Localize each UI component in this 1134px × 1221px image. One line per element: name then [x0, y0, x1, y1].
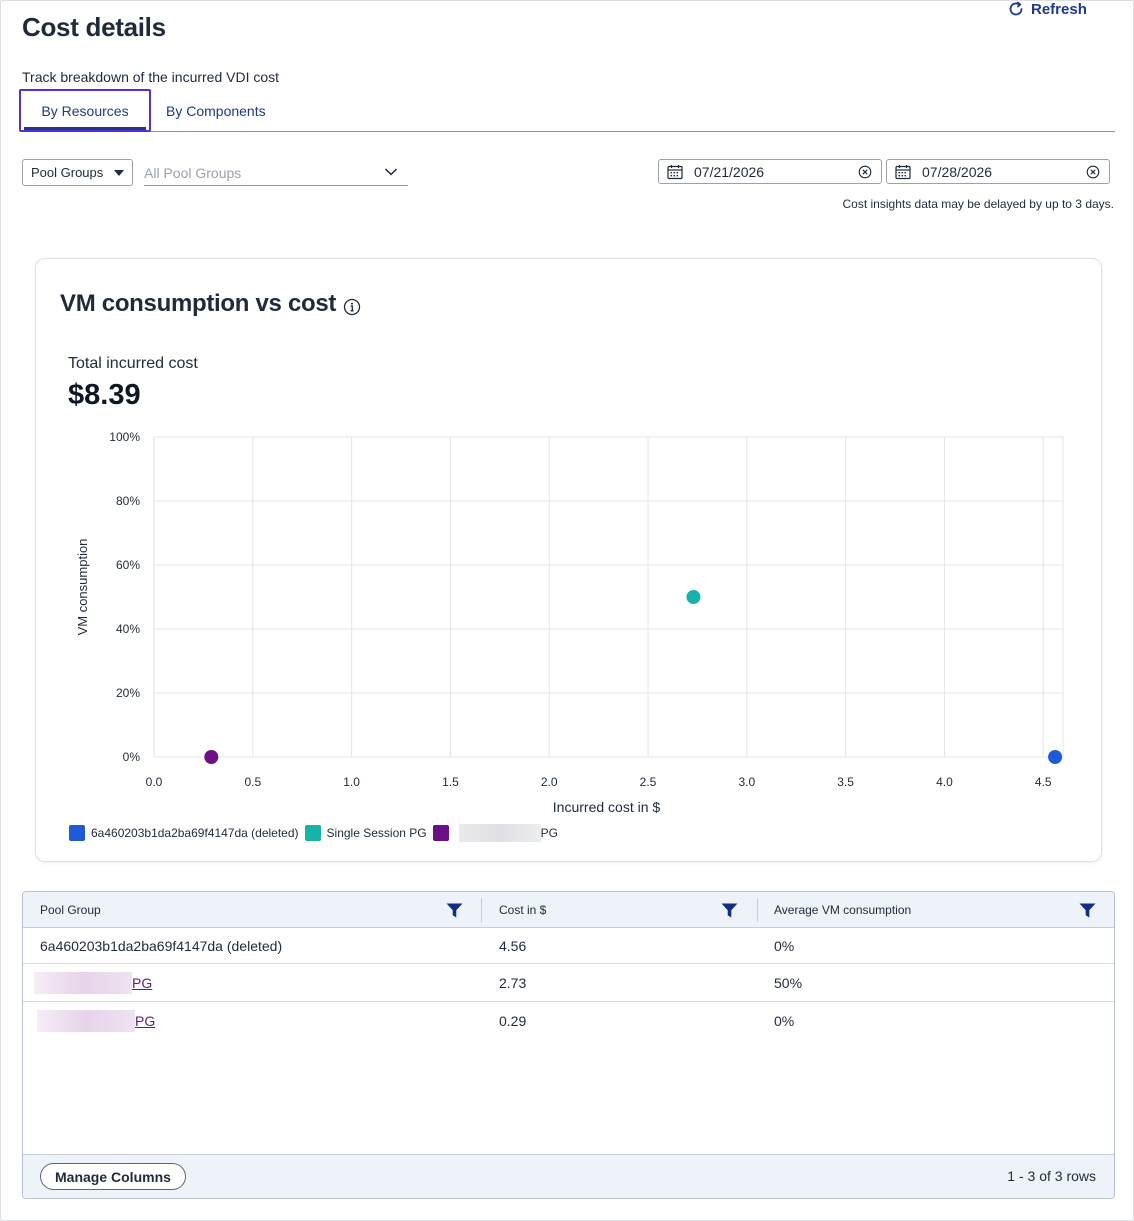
start-date-field[interactable]: 07/21/2026: [658, 159, 882, 184]
pool-group-cell: 6a460203b1da2ba69f4147da (deleted): [40, 937, 283, 954]
y-tick-label: 20%: [116, 686, 140, 700]
data-point: [204, 750, 219, 764]
filter-icon[interactable]: [1079, 903, 1096, 918]
x-tick-label: 0.0: [146, 775, 163, 789]
cost-table: Pool Group Cost in $ Average VM consumpt…: [22, 891, 1115, 1199]
x-tick-label: 2.5: [640, 775, 657, 789]
x-tick-label: 3.5: [837, 775, 854, 789]
end-date-value: 07/28/2026: [922, 164, 993, 180]
redacted-text: [37, 1010, 135, 1032]
group-by-select[interactable]: Pool Groups: [22, 159, 133, 186]
column-header-pool-group[interactable]: Pool Group: [40, 892, 480, 928]
table-footer: Manage Columns 1 - 3 of 3 rows: [23, 1154, 1114, 1198]
column-divider[interactable]: [481, 898, 482, 922]
column-divider[interactable]: [757, 898, 758, 922]
x-tick-label: 1.5: [442, 775, 459, 789]
y-tick-label: 40%: [116, 622, 140, 636]
legend-label: 6a460203b1da2ba69f4147da (deleted): [91, 826, 299, 840]
filter-icon[interactable]: [446, 903, 463, 918]
x-axis-label: Incurred cost in $: [553, 799, 661, 815]
table-row[interactable]: PG 0.29 0%: [23, 1002, 1114, 1040]
chevron-down-icon: [384, 168, 398, 176]
caret-down-icon: [114, 170, 124, 176]
pool-group-placeholder: All Pool Groups: [144, 164, 242, 181]
redacted-text: [34, 971, 132, 994]
rows-count: 1 - 3 of 3 rows: [1007, 1168, 1096, 1184]
group-by-value: Pool Groups: [31, 165, 104, 180]
tab-by-resources[interactable]: By Resources: [19, 89, 151, 132]
refresh-button[interactable]: Refresh: [1007, 0, 1087, 18]
data-point: [686, 590, 701, 604]
clear-icon[interactable]: [1086, 165, 1100, 179]
y-axis-label: VM consumption: [75, 539, 90, 636]
legend-item[interactable]: PG: [432, 824, 558, 842]
view-tabs: By Resources By Components: [19, 89, 1115, 132]
tab-label: By Components: [166, 102, 266, 119]
table-header: Pool Group Cost in $ Average VM consumpt…: [23, 892, 1114, 928]
legend-label: Single Session PG: [326, 826, 427, 840]
data-point: [1048, 750, 1063, 764]
scatter-chart: 0.0 0.5 1.0 1.5 2.0 2.5 3.0 3.5 4.0 4.5 0% 20% 40% 60…: [75, 430, 1064, 815]
y-tick-label: 80%: [116, 494, 140, 508]
pool-group-combobox[interactable]: All Pool Groups: [144, 160, 408, 186]
y-tick-label: 100%: [109, 430, 140, 444]
legend-swatch: [432, 825, 449, 841]
y-tick-label: 0%: [123, 750, 141, 764]
calendar-icon: [895, 165, 911, 180]
x-tick-label: 2.0: [541, 775, 558, 789]
clear-icon[interactable]: [858, 165, 872, 179]
start-date-value: 07/21/2026: [694, 164, 765, 180]
column-header-label: Cost in $: [499, 903, 547, 917]
redacted-text: [458, 824, 541, 842]
column-header-cost[interactable]: Cost in $: [499, 892, 759, 928]
cost-cell: 0.29: [499, 1013, 527, 1029]
pool-group-cell: PG: [37, 1002, 155, 1040]
legend-item[interactable]: 6a460203b1da2ba69f4147da (deleted): [69, 825, 299, 841]
x-tick-label: 4.5: [1035, 775, 1052, 789]
legend-swatch: [69, 825, 85, 841]
legend-label: PG: [540, 826, 558, 840]
y-tick-label: 60%: [116, 558, 140, 572]
cost-cell: 2.73: [499, 974, 527, 991]
x-tick-label: 4.0: [936, 775, 953, 789]
data-delay-note: Cost insights data may be delayed by up …: [842, 197, 1115, 211]
x-tick-label: 3.0: [738, 775, 755, 789]
avg-consumption-cell: 50%: [774, 974, 803, 991]
x-tick-label: 0.5: [244, 775, 261, 789]
end-date-field[interactable]: 07/28/2026: [886, 159, 1110, 184]
calendar-icon: [667, 165, 683, 180]
cost-cell: 4.56: [499, 937, 527, 954]
pool-group-link[interactable]: PG: [135, 1013, 155, 1029]
chart-card: VM consumption vs cost Total incurred co…: [35, 258, 1102, 862]
legend-swatch: [304, 825, 321, 841]
page-subtitle: Track breakdown of the incurred VDI cost: [22, 69, 280, 85]
tab-by-components[interactable]: By Components: [166, 89, 266, 132]
column-header-label: Pool Group: [40, 903, 101, 917]
filter-icon[interactable]: [721, 903, 738, 918]
column-header-label: Average VM consumption: [774, 903, 912, 917]
x-tick-label: 1.0: [343, 775, 360, 789]
pool-group-cell: PG: [34, 964, 152, 1001]
page-title: Cost details: [22, 12, 166, 42]
tab-label: By Resources: [41, 102, 129, 119]
table-row[interactable]: PG 2.73 50%: [23, 964, 1114, 1002]
column-header-avg-consumption[interactable]: Average VM consumption: [774, 892, 1114, 928]
manage-columns-button[interactable]: Manage Columns: [40, 1163, 186, 1190]
refresh-label: Refresh: [1031, 0, 1087, 18]
refresh-icon: [1009, 1, 1023, 16]
avg-consumption-cell: 0%: [774, 937, 795, 954]
chart-legend: 6a460203b1da2ba69f4147da (deleted) Singl…: [69, 824, 564, 842]
legend-item[interactable]: Single Session PG: [304, 825, 427, 841]
avg-consumption-cell: 0%: [774, 1013, 795, 1029]
pool-group-link[interactable]: PG: [132, 975, 152, 991]
table-row[interactable]: 6a460203b1da2ba69f4147da (deleted) 4.56 …: [23, 928, 1114, 964]
